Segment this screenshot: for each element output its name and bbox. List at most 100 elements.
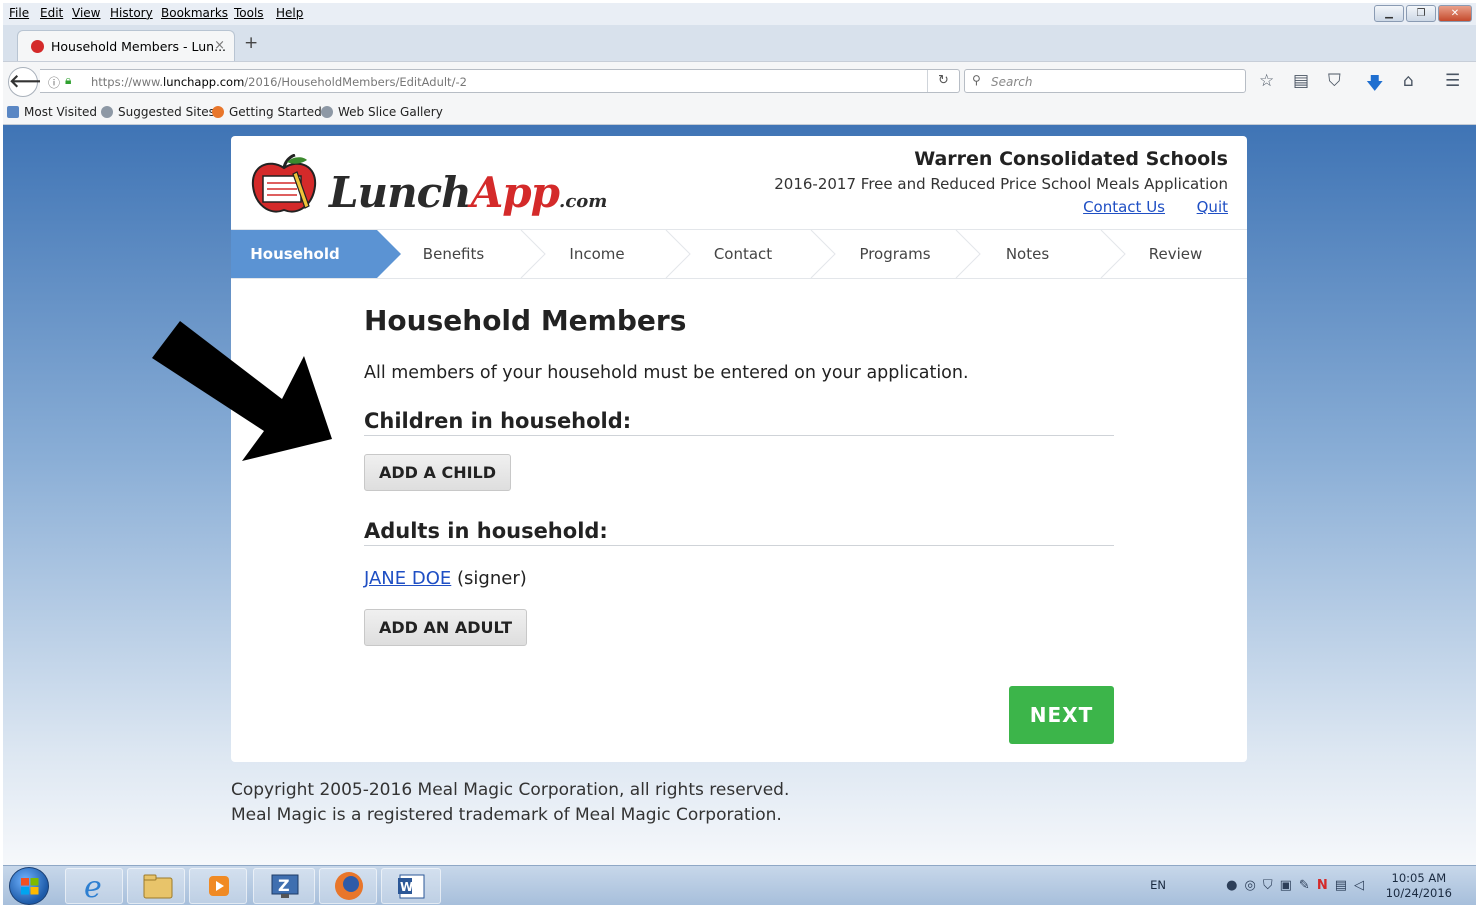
language-indicator[interactable]: EN	[1150, 878, 1166, 892]
new-tab-button[interactable]: +	[244, 33, 258, 53]
menu-tools[interactable]: Tools	[234, 6, 264, 20]
apple-logo-icon	[251, 154, 317, 213]
taskbar-firefox[interactable]	[319, 868, 377, 904]
svg-text:Z: Z	[278, 876, 290, 895]
add-child-button[interactable]: ADD A CHILD	[364, 454, 511, 491]
minimize-button[interactable]: ▁	[1374, 5, 1404, 22]
intro-text: All members of your household must be en…	[364, 363, 969, 383]
volume-icon: ◁	[1354, 878, 1371, 893]
annotation-arrow-icon	[152, 321, 332, 461]
screen: File Edit View History Bookmarks Tools H…	[3, 3, 1476, 905]
step-benefits[interactable]: Benefits	[401, 230, 506, 278]
trademark-text: Meal Magic is a registered trademark of …	[231, 805, 782, 825]
bookmark-most-visited[interactable]: Most Visited	[7, 105, 97, 119]
restore-button[interactable]: ❐	[1406, 5, 1436, 22]
taskbar-internet-explorer[interactable]: e	[65, 868, 123, 905]
page-viewport: LunchApp.com Warren Consolidated Schools…	[3, 125, 1476, 865]
system-clock[interactable]: 10:05 AM 10/24/2016	[1386, 871, 1452, 901]
copyright-text: Copyright 2005-2016 Meal Magic Corporati…	[231, 780, 790, 800]
clock-date: 10/24/2016	[1385, 886, 1452, 900]
windows-taskbar: e Z W EN ●◎⛉▣✎N▤◁ 10:05 AM 10/24/2016	[3, 865, 1476, 905]
reload-icon[interactable]: ↻	[927, 70, 959, 92]
monitor-icon: Z	[271, 874, 299, 898]
taskbar-word[interactable]: W	[381, 868, 441, 904]
taskbar-app-z[interactable]: Z	[253, 868, 315, 904]
adults-divider	[364, 545, 1114, 546]
address-bar[interactable]: ⓘ 🔒︎ https://www.lunchapp.com/2016/House…	[40, 69, 960, 93]
adult-name-link[interactable]: JANE DOE	[364, 568, 451, 589]
search-input[interactable]: ⚲ Search	[964, 69, 1246, 93]
windows-logo-icon	[21, 878, 39, 895]
school-name: Warren Consolidated Schools	[914, 148, 1228, 170]
bookmark-getting-started[interactable]: Getting Started	[212, 105, 322, 119]
adult-role: (signer)	[457, 568, 527, 589]
adult-list-item: JANE DOE (signer)	[364, 568, 527, 589]
word-icon: W	[398, 874, 425, 899]
close-window-button[interactable]: ✕	[1438, 5, 1472, 22]
tray-icons[interactable]: ●◎⛉▣✎N▤◁	[1226, 878, 1371, 893]
back-button[interactable]: 🡐	[8, 67, 57, 97]
star-icon[interactable]: ☆	[1259, 71, 1274, 91]
quit-link[interactable]: Quit	[1197, 198, 1228, 216]
taskbar-media-player[interactable]	[189, 868, 247, 904]
bookmark-suggested-sites[interactable]: Suggested Sites	[101, 105, 215, 119]
menu-file[interactable]: File	[9, 6, 29, 20]
globe-icon	[321, 106, 333, 118]
step-household[interactable]: Household	[231, 230, 359, 278]
download-icon[interactable]: 🡇	[1366, 71, 1383, 100]
step-programs[interactable]: Programs	[835, 230, 955, 278]
application-card: LunchApp.com Warren Consolidated Schools…	[231, 136, 1247, 762]
step-contact[interactable]: Contact	[690, 230, 796, 278]
firefox-icon	[335, 872, 363, 900]
next-button[interactable]: NEXT	[1009, 686, 1114, 744]
children-heading: Children in household:	[364, 409, 632, 433]
adults-heading: Adults in household:	[364, 519, 608, 543]
folder-icon	[143, 874, 173, 899]
svg-text:W: W	[400, 880, 413, 894]
children-divider	[364, 435, 1114, 436]
contact-us-link[interactable]: Contact Us	[1083, 198, 1165, 216]
tool-icon: ✎	[1298, 878, 1317, 893]
info-icon[interactable]: ⓘ	[48, 74, 60, 91]
menu-edit[interactable]: Edit	[40, 6, 63, 20]
home-icon[interactable]: ⌂	[1403, 71, 1414, 91]
close-tab-icon[interactable]: ×	[214, 38, 225, 53]
reading-list-icon[interactable]: ▤	[1293, 71, 1309, 91]
menu-history[interactable]: History	[110, 6, 153, 20]
lunchapp-logo: LunchApp.com	[249, 148, 607, 220]
tab-strip: Household Members - Lun... × +	[3, 25, 1476, 61]
navigation-bar: 🡐 ⓘ 🔒︎ https://www.lunchapp.com/2016/Hou…	[3, 61, 1476, 99]
firefox-icon	[212, 106, 224, 118]
sync-icon: ◎	[1244, 878, 1263, 893]
logo-wordmark: LunchApp.com	[329, 168, 608, 217]
step-navigation: Household Benefits Income Contact Progra…	[231, 229, 1247, 279]
menu-icon[interactable]: ☰	[1445, 71, 1460, 91]
window-controls: ▁ ❐ ✕	[1374, 5, 1472, 23]
start-button[interactable]	[9, 867, 49, 905]
n-icon: N	[1316, 878, 1335, 893]
network-icon: ●	[1226, 878, 1245, 893]
bookmark-web-slice-gallery[interactable]: Web Slice Gallery	[321, 105, 443, 119]
globe-icon	[101, 106, 113, 118]
step-notes[interactable]: Notes	[980, 230, 1075, 278]
add-adult-button[interactable]: ADD AN ADULT	[364, 609, 527, 646]
pocket-icon[interactable]: ⛉	[1328, 71, 1341, 91]
step-income[interactable]: Income	[545, 230, 649, 278]
taskbar-file-explorer[interactable]	[127, 868, 185, 904]
search-placeholder: Search	[991, 75, 1033, 89]
ie-icon	[7, 106, 19, 118]
page-footer: Copyright 2005-2016 Meal Magic Corporati…	[231, 778, 789, 828]
menu-view[interactable]: View	[72, 6, 100, 20]
url-text: https://www.lunchapp.com/2016/HouseholdM…	[91, 75, 467, 89]
menu-bookmarks[interactable]: Bookmarks	[161, 6, 228, 20]
tab-household-members[interactable]: Household Members - Lun... ×	[17, 30, 235, 61]
svg-text:e: e	[84, 870, 102, 903]
search-icon: ⚲	[972, 73, 981, 87]
step-review[interactable]: Review	[1125, 230, 1226, 278]
media-player-icon	[209, 876, 229, 896]
internet-explorer-icon: e	[84, 870, 102, 905]
bookmarks-bar: Most Visited Suggested Sites Getting Sta…	[3, 99, 1476, 125]
lock-icon: 🔒︎	[65, 73, 72, 87]
menu-help[interactable]: Help	[276, 6, 303, 20]
menu-bar: File Edit View History Bookmarks Tools H…	[3, 3, 1476, 25]
